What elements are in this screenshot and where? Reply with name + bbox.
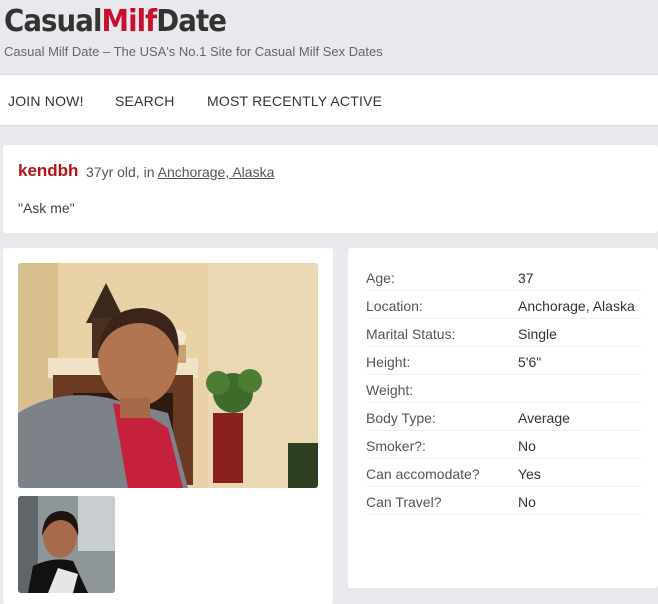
detail-row-location: Location: Anchorage, Alaska (366, 291, 641, 319)
detail-label: Marital Status: (366, 326, 456, 342)
profile-location-link[interactable]: Anchorage, Alaska (158, 164, 275, 180)
detail-row-can-accomodate: Can accomodate? Yes (366, 459, 641, 487)
detail-row-marital-status: Marital Status: Single (366, 319, 641, 347)
profile-main-photo[interactable] (18, 263, 318, 488)
nav-search[interactable]: SEARCH (115, 93, 175, 109)
detail-row-height: Height: 5'6" (366, 347, 641, 375)
logo-text-milf: Milf (101, 4, 158, 39)
detail-label: Location: (366, 298, 423, 314)
detail-value: Yes (518, 466, 541, 482)
detail-row-can-travel: Can Travel? No (366, 487, 641, 515)
detail-row-age: Age: 37 (366, 263, 641, 291)
detail-label: Smoker?: (366, 438, 426, 454)
main-photo-image (18, 263, 318, 488)
nav-join-now[interactable]: JOIN NOW! (8, 93, 84, 109)
detail-label: Can Travel? (366, 494, 442, 510)
main-nav: JOIN NOW! SEARCH MOST RECENTLY ACTIVE (0, 74, 658, 126)
profile-age-text: 37yr old, in (86, 164, 155, 180)
detail-value: 5'6" (518, 354, 542, 370)
detail-row-body-type: Body Type: Average (366, 403, 641, 431)
detail-value: Average (518, 410, 570, 426)
thumbnail-photo-image (18, 496, 115, 593)
profile-meta: 37yr old, in Anchorage, Alaska (86, 164, 274, 180)
detail-value: No (518, 438, 536, 454)
detail-label: Weight: (366, 382, 414, 398)
detail-label: Body Type: (366, 410, 436, 426)
logo-text-date: Date (156, 4, 227, 39)
detail-label: Can accomodate? (366, 466, 480, 482)
detail-label: Age: (366, 270, 395, 286)
profile-username: kendbh (18, 161, 79, 180)
site-logo[interactable]: CasualMilfDate (4, 3, 227, 41)
photo-card (3, 248, 333, 604)
nav-most-recently-active[interactable]: MOST RECENTLY ACTIVE (207, 93, 382, 109)
detail-value: No (518, 494, 536, 510)
profile-header-card: kendbh 37yr old, in Anchorage, Alaska "A… (3, 145, 658, 233)
profile-quote: "Ask me" (18, 200, 75, 216)
site-header: CasualMilfDate Casual Milf Date – The US… (0, 0, 658, 74)
logo-text-casual: Casual (4, 4, 102, 39)
detail-row-weight: Weight: (366, 375, 641, 403)
site-tagline: Casual Milf Date – The USA's No.1 Site f… (4, 44, 383, 59)
detail-label: Height: (366, 354, 411, 370)
profile-thumbnail-photo[interactable] (18, 496, 115, 593)
detail-value: 37 (518, 270, 534, 286)
detail-value: Single (518, 326, 557, 342)
profile-details-card: Age: 37 Location: Anchorage, Alaska Mari… (348, 248, 658, 588)
detail-value: Anchorage, Alaska (518, 298, 635, 314)
detail-row-smoker: Smoker?: No (366, 431, 641, 459)
